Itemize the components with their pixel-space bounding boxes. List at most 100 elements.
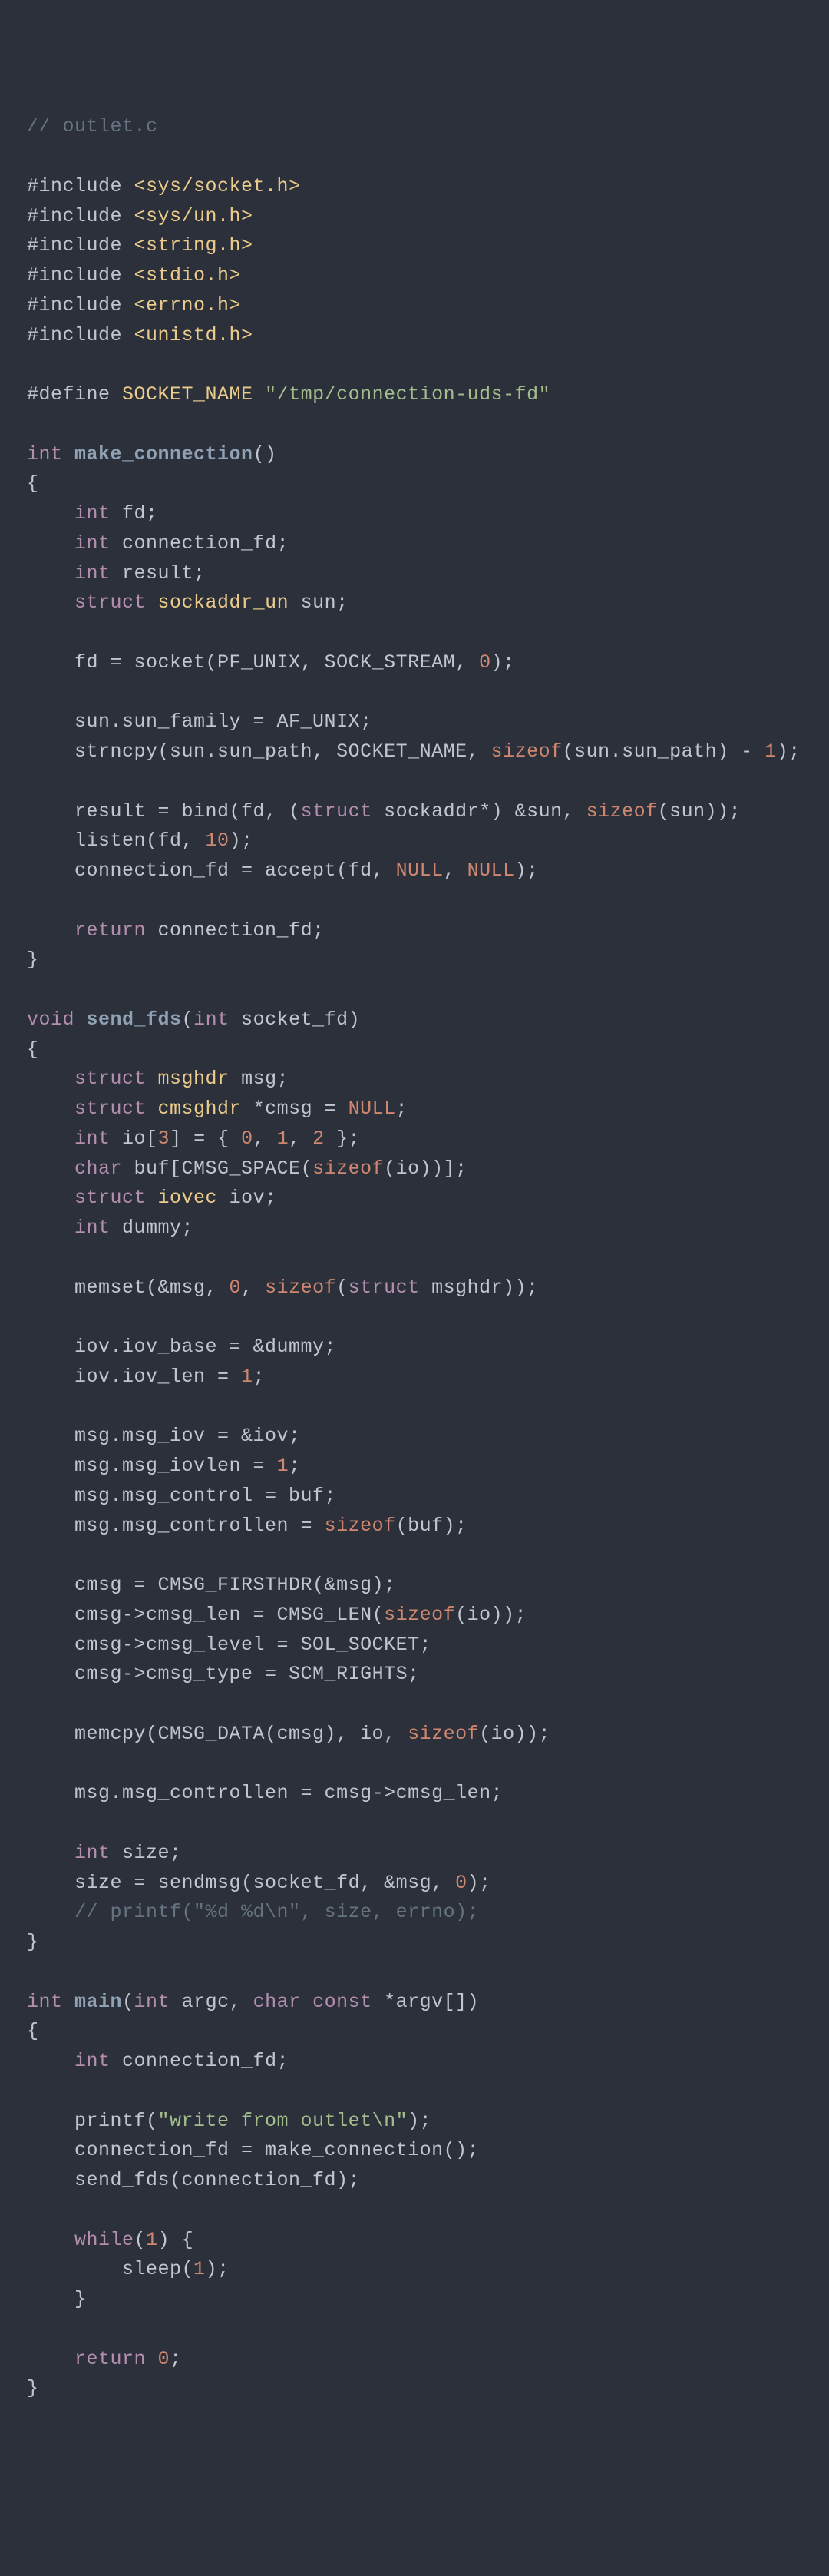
code-token: msg.msg_iov = &iov; <box>27 1425 301 1447</box>
code-token <box>27 502 74 525</box>
code-token: *argv[] <box>372 1991 467 2013</box>
code-token: msghdr)); <box>420 1276 539 1299</box>
code-token: "/tmp/connection-uds-fd" <box>265 383 550 406</box>
code-token: make_connection <box>74 443 253 465</box>
code-token: } <box>27 949 39 971</box>
code-token: void <box>27 1008 87 1031</box>
code-token: ( <box>122 1991 134 2013</box>
code-token: result; <box>111 562 206 584</box>
code-token <box>27 1901 74 1923</box>
code-token: ); <box>206 2258 230 2280</box>
code-token: io[ <box>111 1127 158 1150</box>
code-token: ) <box>467 1991 480 2013</box>
code-token: ; <box>170 2348 182 2370</box>
code-token <box>27 1187 74 1209</box>
code-token: int <box>74 532 111 555</box>
code-token: (buf); <box>396 1515 467 1537</box>
code-token: (sun)); <box>658 800 741 823</box>
code-token: sizeof <box>312 1157 384 1180</box>
code-token: memset(&msg, <box>27 1276 230 1299</box>
code-token: int <box>74 1127 111 1150</box>
code-token: 2 <box>312 1127 325 1150</box>
code-token: cmsg = CMSG_FIRSTHDR(&msg); <box>27 1574 396 1596</box>
code-token: <unistd.h> <box>134 324 253 346</box>
code-token: ) { <box>158 2229 194 2251</box>
code-token: dummy; <box>111 1217 194 1239</box>
code-token <box>27 919 74 942</box>
code-token: struct <box>74 1187 158 1209</box>
code-token: 1 <box>277 1127 289 1150</box>
code-token: #include <box>27 205 134 227</box>
code-token: 1 <box>146 2229 158 2251</box>
code-token <box>27 532 74 555</box>
code-token: char <box>74 1157 122 1180</box>
code-token: () <box>253 443 277 465</box>
code-token: char const <box>253 1991 372 2013</box>
code-token: sockaddr*) &sun, <box>372 800 586 823</box>
code-token: iov; <box>217 1187 277 1209</box>
code-token: return <box>74 2348 158 2370</box>
code-token: #include <box>27 294 134 316</box>
code-token: int <box>74 502 111 525</box>
code-token: , <box>444 859 467 882</box>
code-token: (sun.sun_path) - <box>563 740 765 763</box>
code-token: int <box>27 443 74 465</box>
code-token: // printf("%d %d\n", size, errno); <box>74 1901 479 1923</box>
code-token: 0 <box>158 2348 170 2370</box>
code-token: NULL <box>348 1098 396 1120</box>
code-token: int <box>193 1008 230 1031</box>
code-token: SOCKET_NAME <box>122 383 265 406</box>
code-token: <string.h> <box>134 234 253 257</box>
code-token: 1 <box>277 1455 289 1477</box>
code-token: connection_fd; <box>111 532 289 555</box>
code-token: #include <box>27 234 134 257</box>
code-token: struct <box>301 800 372 823</box>
code-token: ( <box>336 1276 348 1299</box>
code-token: result = bind(fd, ( <box>27 800 301 823</box>
code-token: (io)); <box>455 1604 527 1626</box>
code-token: int <box>27 1991 74 2013</box>
code-token: msg.msg_controllen = cmsg->cmsg_len; <box>27 1782 503 1804</box>
code-token <box>27 2050 74 2072</box>
code-token: ; <box>396 1098 408 1120</box>
code-token: { <box>27 1038 39 1061</box>
code-token: sun.sun_family = AF_UNIX; <box>27 710 372 733</box>
code-token: ( <box>134 2229 147 2251</box>
code-token: connection_fd; <box>146 919 325 942</box>
code-token: sizeof <box>265 1276 336 1299</box>
code-token: <stdio.h> <box>134 264 242 286</box>
code-token: 0 <box>455 1872 467 1894</box>
code-token: listen(fd, <box>27 829 206 852</box>
code-token: struct <box>74 1068 158 1090</box>
code-token: cmsg->cmsg_type = SCM_RIGHTS; <box>27 1663 420 1685</box>
code-token: socket_fd <box>230 1008 348 1031</box>
code-token: sleep( <box>27 2258 193 2280</box>
code-token: argc, <box>170 1991 253 2013</box>
code-token: "write from outlet\n" <box>158 2110 408 2132</box>
code-token: { <box>27 472 39 495</box>
code-token: size = sendmsg(socket_fd, &msg, <box>27 1872 455 1894</box>
code-token: 0 <box>230 1276 242 1299</box>
code-token: , <box>289 1127 312 1150</box>
code-token: <sys/socket.h> <box>134 175 301 197</box>
code-token: cmsg->cmsg_level = SOL_SOCKET; <box>27 1634 431 1656</box>
code-token: iov.iov_len = <box>27 1366 241 1388</box>
code-token: cmsghdr <box>158 1098 242 1120</box>
code-token: 1 <box>765 740 777 763</box>
code-token: sockaddr_un <box>158 591 289 614</box>
code-token: } <box>27 2288 87 2310</box>
code-token: memcpy(CMSG_DATA(cmsg), io, <box>27 1723 408 1745</box>
code-token: ); <box>777 740 801 763</box>
code-token: fd = socket(PF_UNIX, SOCK_STREAM, <box>27 651 479 674</box>
code-token: cmsg->cmsg_len = CMSG_LEN( <box>27 1604 384 1626</box>
code-token: msghdr <box>158 1068 230 1090</box>
code-token: ); <box>515 859 539 882</box>
code-token <box>27 562 74 584</box>
code-token: sizeof <box>586 800 658 823</box>
code-token: send_fds(connection_fd); <box>27 2169 360 2191</box>
code-token: ; <box>289 1455 301 1477</box>
code-token: while <box>74 2229 134 2251</box>
code-token: int <box>74 2050 111 2072</box>
code-token <box>27 1068 74 1090</box>
code-token: (io)); <box>479 1723 550 1745</box>
